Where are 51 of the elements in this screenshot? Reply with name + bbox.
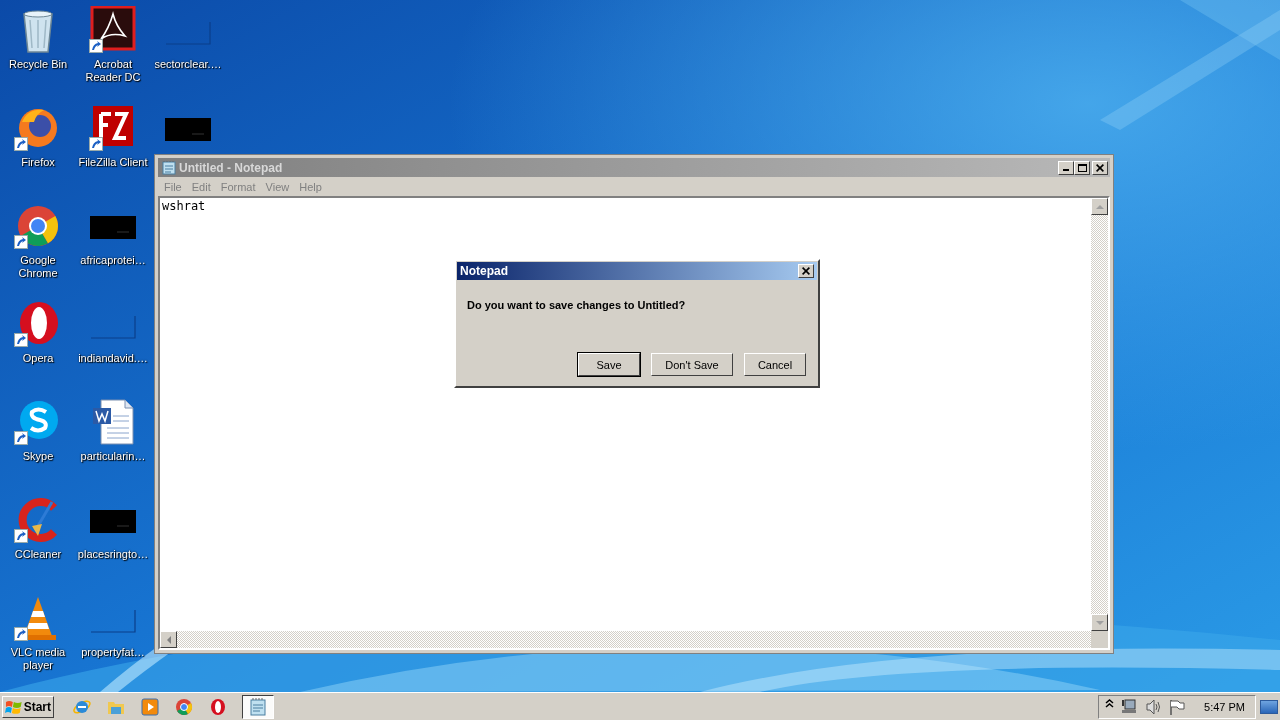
desktop-icon[interactable]: CCleaner bbox=[1, 496, 75, 561]
desktop-icon[interactable]: Opera bbox=[1, 300, 75, 365]
scroll-left-button[interactable] bbox=[160, 631, 177, 648]
dialog-message: Do you want to save changes to Untitled? bbox=[467, 299, 687, 311]
browser-icon bbox=[174, 696, 194, 717]
pdf-app-icon bbox=[89, 6, 137, 54]
speaker-icon[interactable] bbox=[1144, 697, 1163, 716]
vertical-scrollbar[interactable] bbox=[1091, 198, 1108, 631]
desktop-icon[interactable]: Acrobat Reader DC bbox=[76, 6, 150, 84]
desktop-icon[interactable]: propertyfat… bbox=[76, 594, 150, 659]
quick-launch-button[interactable] bbox=[138, 695, 162, 718]
windows-logo-icon bbox=[5, 698, 23, 715]
desktop-icon[interactable]: Skype bbox=[1, 398, 75, 463]
close-button[interactable] bbox=[1092, 160, 1108, 175]
horizontal-scrollbar[interactable] bbox=[160, 631, 1091, 648]
close-icon bbox=[1096, 163, 1104, 172]
notepad-icon bbox=[162, 160, 176, 175]
flag-icon[interactable] bbox=[1168, 697, 1187, 716]
taskbar-button[interactable] bbox=[242, 694, 274, 719]
desktop-icon[interactable]: africaprotei… bbox=[76, 202, 150, 267]
window-title: Notepad bbox=[460, 264, 508, 278]
close-icon bbox=[802, 267, 810, 275]
maximize-icon bbox=[1077, 163, 1087, 172]
minimize-button[interactable] bbox=[1058, 160, 1074, 175]
size-grip[interactable] bbox=[1091, 631, 1108, 648]
desktop-icon[interactable]: indiandavid.… bbox=[76, 300, 150, 365]
save-button[interactable]: Save bbox=[578, 353, 640, 376]
desktop-icon[interactable]: particularin… bbox=[76, 398, 150, 463]
media-player-icon bbox=[140, 696, 160, 717]
desktop-icon[interactable]: placesringto… bbox=[76, 496, 150, 561]
close-button[interactable] bbox=[798, 264, 814, 278]
scroll-up-button[interactable] bbox=[1091, 198, 1108, 215]
dont-save-button[interactable]: Don't Save bbox=[651, 353, 733, 376]
show-desktop-button[interactable] bbox=[1260, 699, 1278, 714]
desktop-icon[interactable]: Firefox bbox=[1, 104, 75, 169]
notepad-icon bbox=[248, 696, 268, 717]
scroll-down-button[interactable] bbox=[1091, 614, 1108, 631]
window-title: Untitled - Notepad bbox=[179, 160, 283, 175]
browser-icon bbox=[208, 696, 228, 717]
maximize-button[interactable] bbox=[1074, 160, 1090, 175]
network-icon[interactable] bbox=[1120, 697, 1139, 716]
start-button[interactable]: Start bbox=[2, 695, 54, 718]
text-area[interactable]: wshrat bbox=[162, 199, 206, 213]
desktop-icon[interactable]: Recycle Bin bbox=[1, 6, 75, 71]
clock[interactable]: 5:47 PM bbox=[1204, 700, 1245, 713]
minimize-icon bbox=[1063, 168, 1069, 171]
desktop-icon[interactable]: sectorclear.… bbox=[151, 6, 225, 71]
desktop-icon[interactable]: FileZilla Client bbox=[76, 104, 150, 169]
desktop-icon[interactable]: Google Chrome bbox=[1, 202, 75, 280]
desktop-icon[interactable]: VLC media player bbox=[1, 594, 75, 672]
cancel-button[interactable]: Cancel bbox=[744, 353, 806, 376]
